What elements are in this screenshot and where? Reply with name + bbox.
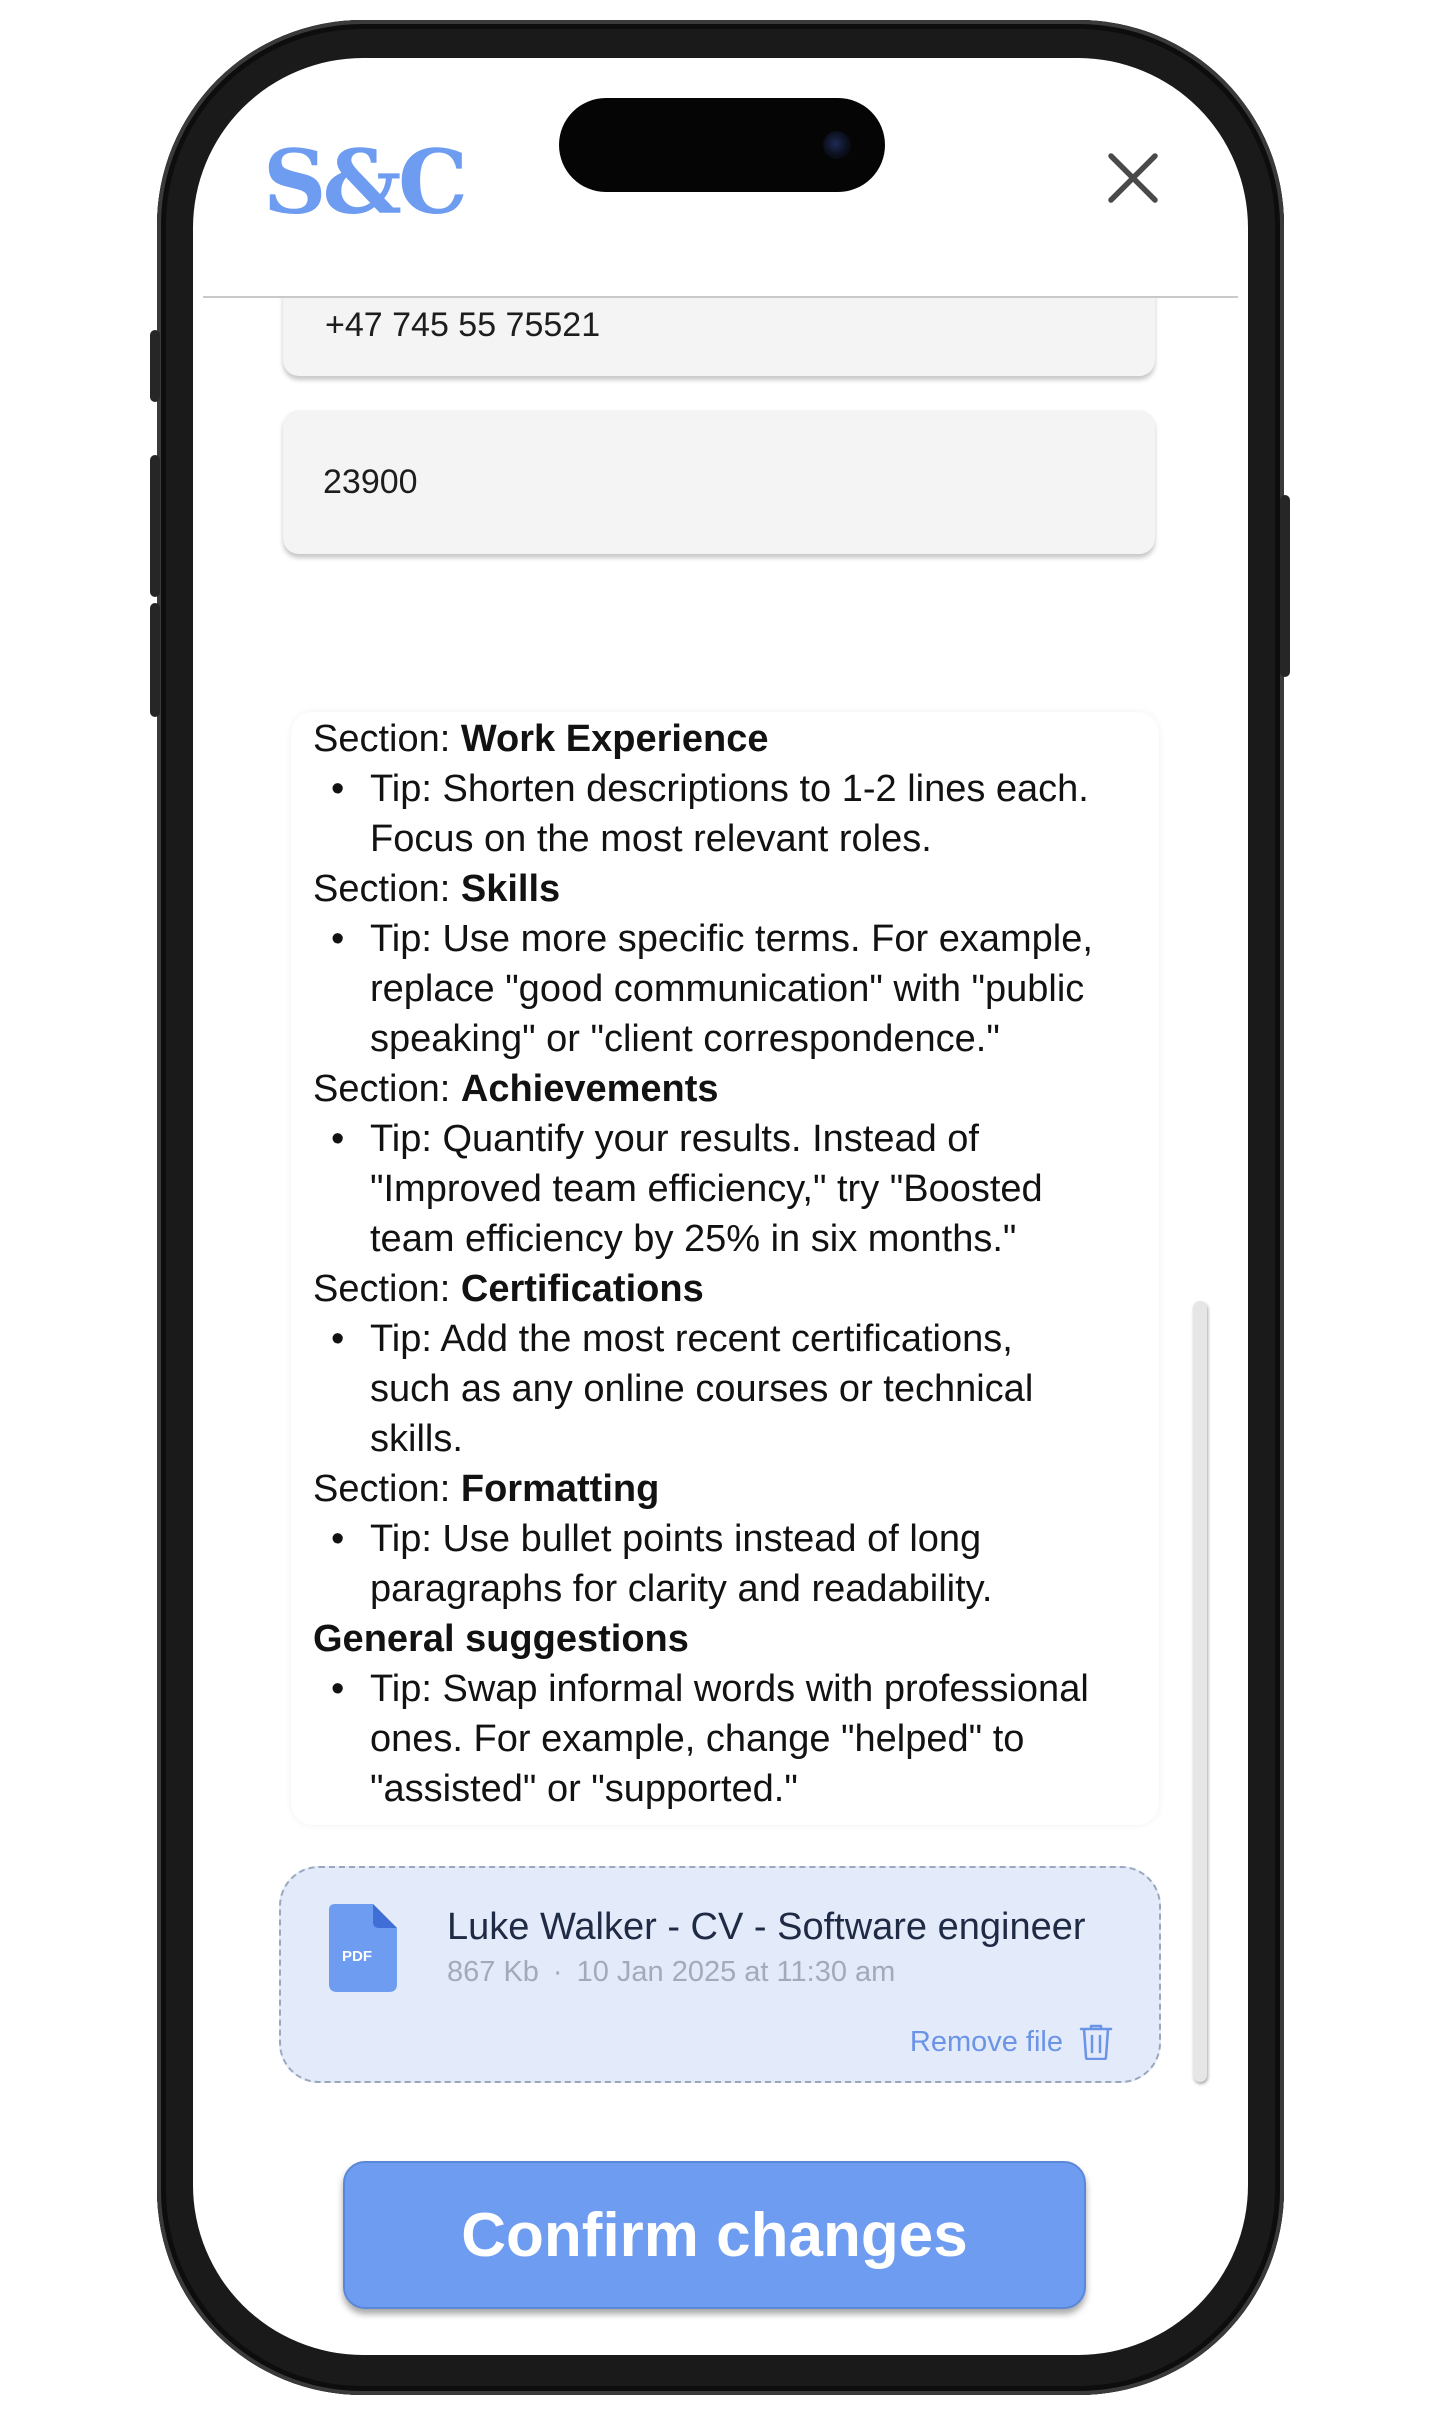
volume-down-button <box>150 603 160 717</box>
dynamic-island <box>559 98 885 192</box>
remove-file-button[interactable]: Remove file <box>910 2024 1113 2060</box>
tip-item-continued: "Improved team efficiency," try "Boosted <box>370 1168 1043 1210</box>
tip-item-continued: replace "good communication" with "publi… <box>370 968 1085 1010</box>
meta-separator: · <box>552 1956 563 1988</box>
pdf-label: PDF <box>342 1948 372 1965</box>
section-heading: Section: Work Experience <box>313 718 769 760</box>
silent-switch <box>150 330 160 402</box>
tip-item-continued: "assisted" or "supported." <box>370 1768 798 1810</box>
file-size: 867 Kb <box>447 1956 539 1988</box>
trash-icon <box>1079 2024 1113 2060</box>
volume-up-button <box>150 455 160 597</box>
uploaded-file-card: PDF Luke Walker - CV - Software engineer… <box>279 1866 1161 2083</box>
tip-item-continued: such as any online courses or technical <box>370 1368 1034 1410</box>
tip-item-continued: skills. <box>370 1418 463 1460</box>
zip-value: 23900 <box>323 462 418 501</box>
phone-value: +47 745 55 75521 <box>325 306 601 344</box>
zip-field[interactable]: 23900 <box>283 410 1155 554</box>
phone-screen: S&C +47 745 55 75521 23900 Section: Work… <box>193 58 1248 2355</box>
file-meta: 867 Kb · 10 Jan 2025 at 11:30 am <box>447 1956 895 1989</box>
scrollbar-thumb[interactable] <box>1193 1301 1207 2082</box>
tip-item-continued: ones. For example, change "helped" to <box>370 1718 1025 1760</box>
tip-item-continued: paragraphs for clarity and readability. <box>370 1568 993 1610</box>
pdf-file-icon: PDF <box>329 1904 397 1992</box>
section-heading: Section: Achievements <box>313 1068 719 1110</box>
confirm-changes-button[interactable]: Confirm changes <box>343 2161 1086 2309</box>
tip-item-continued: speaking" or "client correspondence." <box>370 1018 1000 1060</box>
tip-item: • Tip: Swap informal words with professio… <box>331 1668 1089 1710</box>
section-heading: Section: Skills <box>313 868 561 910</box>
file-date: 10 Jan 2025 at 11:30 am <box>576 1956 896 1988</box>
tip-item: • Tip: Shorten descriptions to 1-2 lines … <box>331 768 1089 810</box>
tip-item-continued: team efficiency by 25% in six months." <box>370 1218 1017 1260</box>
tip-item: • Tip: Use bullet points instead of long <box>331 1518 982 1560</box>
section-heading: Section: Certifications <box>313 1268 704 1310</box>
section-heading: Section: Formatting <box>313 1468 660 1510</box>
general-suggestions-heading: General suggestions <box>313 1618 689 1660</box>
brand-logo[interactable]: S&C <box>263 138 468 226</box>
cv-tips-panel: Section: Work Experience • Tip: Shorten d… <box>291 712 1159 1825</box>
close-icon <box>1108 153 1158 203</box>
tip-item-continued: Focus on the most relevant roles. <box>370 818 932 860</box>
camera-icon <box>823 131 851 159</box>
scroll-content[interactable]: +47 745 55 75521 23900 Section: Work Exp… <box>193 298 1248 2355</box>
tip-item: • Tip: Use more specific terms. For examp… <box>331 918 1093 960</box>
close-button[interactable] <box>1103 148 1163 208</box>
file-name: Luke Walker - CV - Software engineer <box>447 1906 1086 1948</box>
tip-item: • Tip: Add the most recent certifications… <box>331 1318 1013 1360</box>
phone-field[interactable]: +47 745 55 75521 <box>283 298 1155 376</box>
tip-item: • Tip: Quantify your results. Instead of <box>331 1118 979 1160</box>
power-button <box>1280 495 1290 677</box>
remove-file-label: Remove file <box>909 2025 1063 2058</box>
